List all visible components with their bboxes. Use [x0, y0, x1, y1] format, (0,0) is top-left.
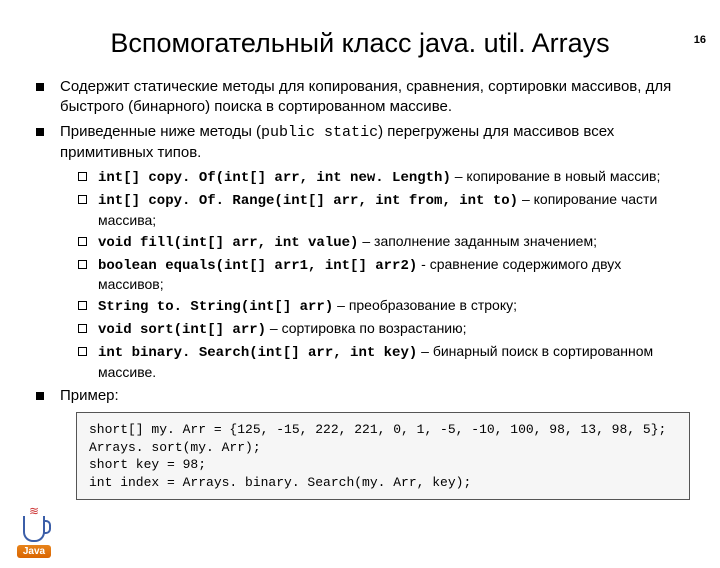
method-signature: boolean equals(int[] arr1, int[] arr2): [98, 258, 417, 274]
method-desc: – заполнение заданным значением;: [358, 233, 597, 249]
method-item: int[] copy. Of(int[] arr, int new. Lengt…: [78, 167, 690, 188]
method-item: boolean equals(int[] arr1, int[] arr2) -…: [78, 255, 690, 295]
steam-icon: ≋: [29, 508, 39, 515]
method-signature: void sort(int[] arr): [98, 322, 266, 338]
method-signature: int[] copy. Of(int[] arr, int new. Lengt…: [98, 170, 451, 186]
method-item: int[] copy. Of. Range(int[] arr, int fro…: [78, 190, 690, 230]
example-label: Пример:: [60, 387, 119, 404]
inline-code: public static: [261, 124, 378, 141]
method-signature: void fill(int[] arr, int value): [98, 235, 358, 251]
method-item: int binary. Search(int[] arr, int key) –…: [78, 342, 690, 382]
slide-title: Вспомогательный класс java. util. Arrays: [0, 28, 720, 59]
method-desc: – преобразование в строку;: [333, 297, 517, 313]
method-item: String to. String(int[] arr) – преобразо…: [78, 296, 690, 317]
method-signature: int binary. Search(int[] arr, int key): [98, 345, 417, 361]
content-area: Содержит статические методы для копирова…: [60, 77, 690, 406]
method-desc: – сортировка по возрастанию;: [266, 320, 466, 336]
method-signature: String to. String(int[] arr): [98, 299, 333, 315]
method-item: void fill(int[] arr, int value) – заполн…: [78, 232, 690, 253]
code-example: short[] my. Arr = {125, -15, 222, 221, 0…: [76, 412, 690, 500]
bullet-item: Содержит статические методы для копирова…: [60, 77, 690, 118]
bullet-item: Пример:: [60, 386, 690, 406]
page-number: 16: [694, 34, 706, 46]
java-logo: ≋ Java: [14, 508, 54, 558]
coffee-cup-icon: [23, 516, 45, 542]
bullet-item: Приведенные ниже методы (public static) …: [60, 122, 690, 382]
method-desc: – копирование в новый массив;: [451, 168, 661, 184]
bullet-text: Содержит статические методы для копирова…: [60, 78, 671, 115]
logo-label: Java: [17, 545, 51, 558]
bullet-prefix: Приведенные ниже методы (: [60, 123, 261, 140]
method-item: void sort(int[] arr) – сортировка по воз…: [78, 319, 690, 340]
method-signature: int[] copy. Of. Range(int[] arr, int fro…: [98, 193, 518, 209]
